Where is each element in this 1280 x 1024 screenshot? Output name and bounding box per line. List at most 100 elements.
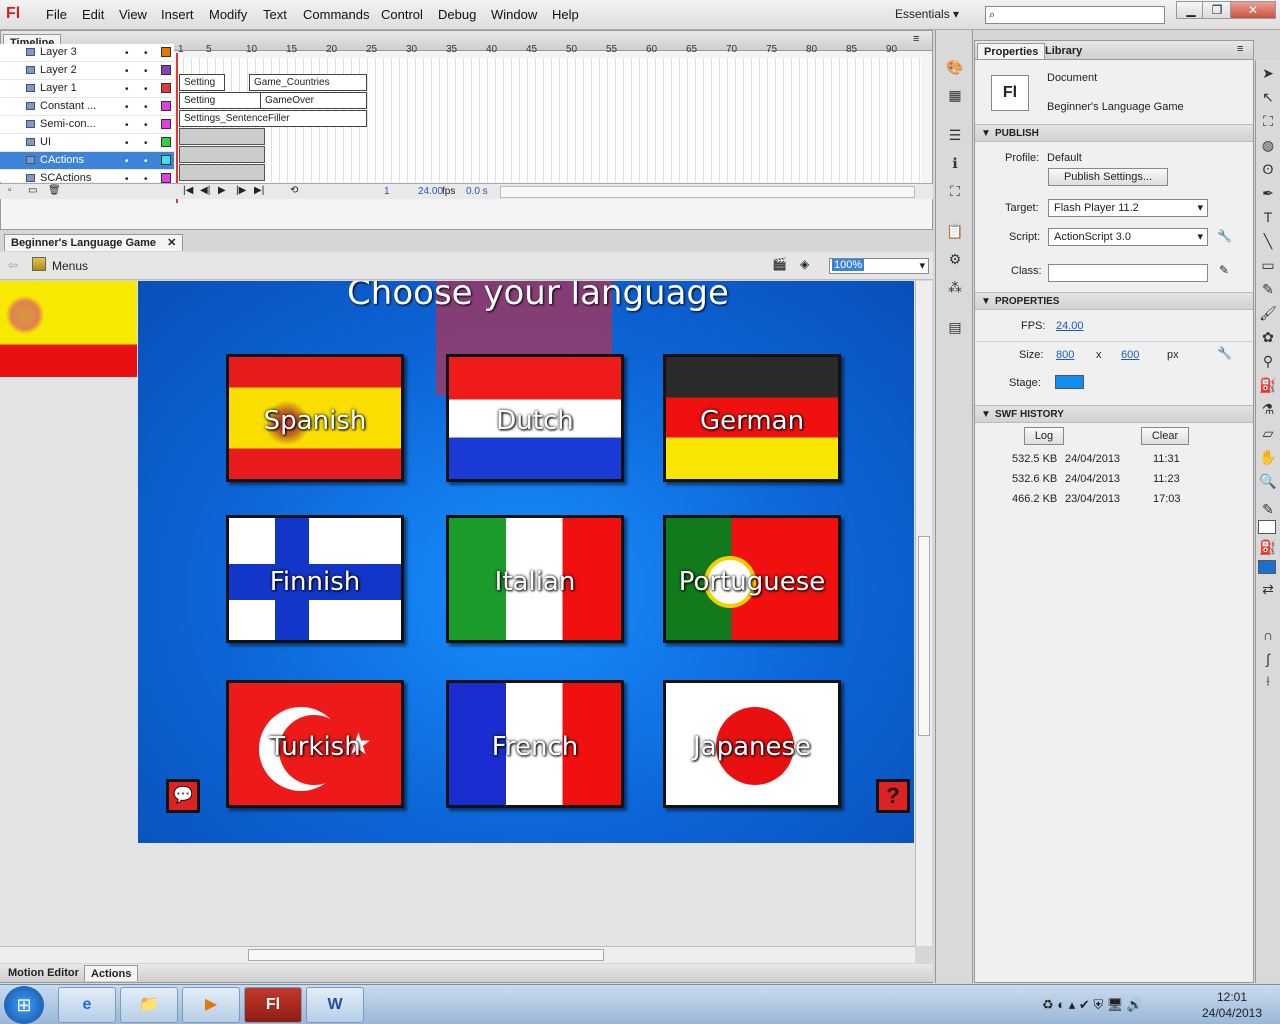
help-search-input[interactable]: ⌕ [985,6,1165,24]
document-tab[interactable]: Beginner's Language Game ✕ [4,234,184,251]
edit-symbol-icon[interactable]: ◈ [800,257,809,271]
layer-name[interactable]: Semi-con... [40,118,96,130]
edit-scene-icon[interactable]: 🎬 [772,257,787,271]
keyframe-span[interactable] [179,146,265,163]
fill-color-icon[interactable]: ⛽ [1257,538,1279,556]
publish-settings-button[interactable]: Publish Settings... [1048,168,1168,186]
visibility-dot[interactable]: • [125,84,129,95]
menu-text[interactable]: Text [263,7,287,22]
eraser-icon[interactable]: ▱ [1257,424,1279,442]
layer-row[interactable]: UI • • [0,134,174,152]
pencil-tool-icon[interactable]: ✎ [1257,280,1279,298]
french-button[interactable]: French [446,680,624,808]
first-frame-icon[interactable]: |◀ [183,185,193,196]
playhead[interactable] [176,53,184,203]
new-folder-icon[interactable]: ▭ [28,185,37,196]
visibility-dot[interactable]: • [125,66,129,77]
menu-control[interactable]: Control [381,7,423,22]
stroke-color-icon[interactable]: ✎ [1257,500,1279,518]
frame-label-block[interactable]: GameOver [260,92,367,109]
layer-color-swatch[interactable] [161,137,171,147]
new-layer-icon[interactable]: ▫ [8,185,12,196]
hand-tool-icon[interactable]: ✋ [1257,448,1279,466]
tab-actions[interactable]: Actions [84,965,139,981]
motion-presets-icon[interactable]: ⁂ [944,278,966,296]
menu-file[interactable]: File [46,7,67,22]
publish-section-header[interactable]: ▼ PUBLISH [975,124,1253,142]
code-snippets-icon[interactable]: 📋 [944,222,966,240]
stage-hscroll[interactable] [0,946,915,963]
width-field[interactable]: 800 [1056,349,1074,361]
layer-color-swatch[interactable] [161,173,171,183]
layer-name[interactable]: Layer 3 [40,46,77,58]
delete-layer-icon[interactable]: 🗑 [48,185,61,196]
menu-insert[interactable]: Insert [161,7,194,22]
turkish-button[interactable]: ★ Turkish [226,680,404,808]
system-clock[interactable]: 12:01 24/04/2013 [1192,989,1272,1021]
script-select[interactable]: ActionScript 3.0 ▾ [1048,228,1208,246]
chat-bubble-icon[interactable]: 💬 [166,779,200,813]
internet-explorer-icon[interactable]: e [58,987,116,1023]
lock-dot[interactable]: • [144,84,148,95]
snap-magnet-icon[interactable]: ∩ [1257,626,1279,644]
back-arrow-icon[interactable]: ⇦ [8,258,18,272]
hscroll-thumb[interactable] [248,949,604,961]
dutch-button[interactable]: Dutch [446,354,624,482]
tray-icons[interactable]: ♻ ◐ ▴ ✔ ⛨ 🖥 🔊 [1042,997,1143,1013]
menu-debug[interactable]: Debug [438,7,476,22]
subselection-tool-icon[interactable]: ↖ [1257,88,1279,106]
lock-dot[interactable]: • [144,156,148,167]
stage-color-swatch[interactable] [1055,375,1084,389]
step-back-icon[interactable]: ◀| [200,185,210,196]
lock-dot[interactable]: • [144,48,148,59]
layer-color-swatch[interactable] [161,155,171,165]
frame-label-block[interactable]: Settings_SentenceFiller [179,110,367,127]
layer-row[interactable]: Layer 3 • • [0,44,174,62]
flash-app-icon[interactable]: Fl [244,987,302,1023]
layer-name[interactable]: CActions [40,154,84,166]
play-icon[interactable]: ▶ [218,185,226,196]
layer-color-swatch[interactable] [161,65,171,75]
lock-dot[interactable]: • [144,102,148,113]
layer-row[interactable]: Constant ... • • [0,98,174,116]
layer-row[interactable]: Layer 2 • • [0,62,174,80]
swf-history-section-header[interactable]: ▼ SWF HISTORY [975,405,1253,423]
document-settings-wrench-icon[interactable]: 🔧 [1217,346,1232,360]
grid-icon[interactable]: ▦ [944,86,966,104]
menu-help[interactable]: Help [552,7,579,22]
keyframe-span[interactable] [179,128,265,145]
layer-color-swatch[interactable] [161,119,171,129]
bone-tool-icon[interactable]: ⚲ [1257,352,1279,370]
clear-button[interactable]: Clear [1141,427,1189,445]
italian-button[interactable]: Italian [446,515,624,643]
file-explorer-icon[interactable]: 📁 [120,987,178,1023]
stage-vscroll[interactable] [915,281,932,946]
height-field[interactable]: 600 [1121,349,1139,361]
components-icon[interactable]: ⚙ [944,250,966,268]
visibility-dot[interactable]: • [125,120,129,131]
stroke-swatch[interactable] [1258,520,1276,534]
line-tool-icon[interactable]: ╲ [1257,232,1279,250]
word-app-icon[interactable]: W [306,987,364,1023]
tab-properties[interactable]: Properties [977,43,1046,59]
edit-class-icon[interactable]: ✎ [1219,263,1229,277]
log-button[interactable]: Log [1024,427,1064,445]
start-button[interactable]: ⊞ [4,986,44,1024]
layer-name[interactable]: UI [40,136,51,148]
3d-rotation-icon[interactable]: ◍ [1257,136,1279,154]
target-select[interactable]: Flash Player 11.2 ▾ [1048,199,1208,217]
lock-dot[interactable]: • [144,138,148,149]
transform-icon[interactable]: ⛶ [944,182,966,200]
frame-grid[interactable]: Setting Game_Countries Setting GameOver Sett… [176,58,921,182]
keyframe-span[interactable] [179,164,265,181]
layer-row[interactable]: CActions • • [0,152,174,170]
layer-color-swatch[interactable] [161,83,171,93]
properties-section-header[interactable]: ▼ PROPERTIES [975,292,1253,310]
zoom-select[interactable]: 100% ▾ [829,258,929,274]
tab-library[interactable]: Library [1039,43,1088,59]
japanese-button[interactable]: Japanese [663,680,841,808]
frame-label-block[interactable]: Setting [179,74,225,91]
class-input[interactable] [1048,264,1208,282]
stage[interactable]: Choose your language Spanish Dutch Germa… [138,281,914,843]
vscroll-thumb[interactable] [918,536,930,736]
